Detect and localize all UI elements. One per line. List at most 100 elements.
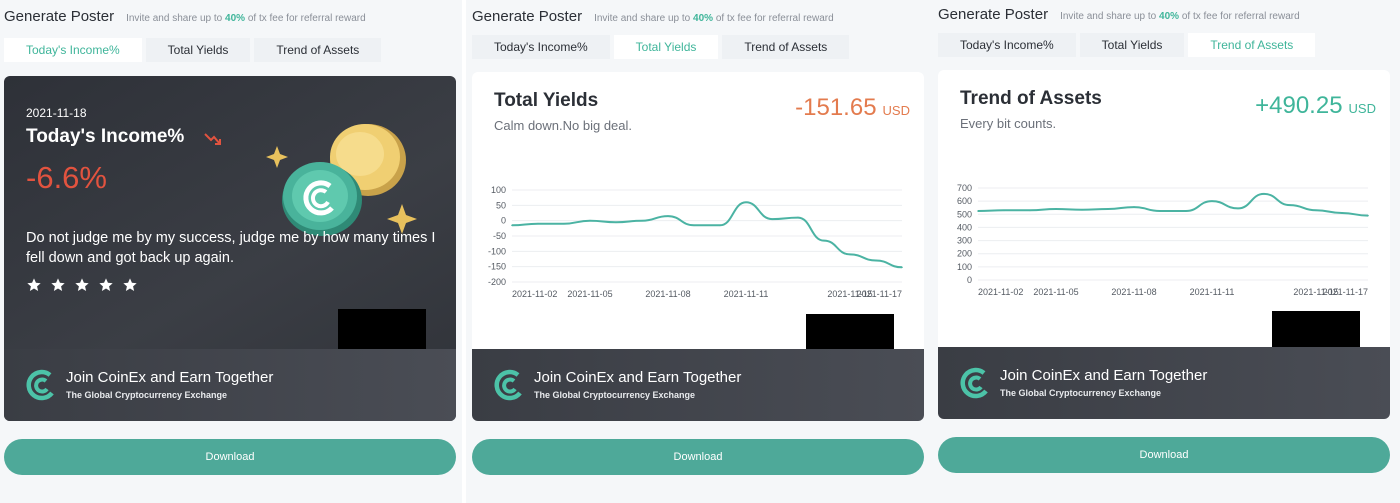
data-point xyxy=(849,253,851,256)
data-point xyxy=(537,222,539,225)
income-percent: -6.6% xyxy=(26,160,107,195)
x-tick-label: 2021-11-17 xyxy=(1323,287,1368,297)
x-tick-label: 2021-11-08 xyxy=(1111,287,1156,297)
tab-trend-of-assets[interactable]: Trend of Assets xyxy=(722,35,850,59)
y-tick-label: 700 xyxy=(957,183,972,193)
data-point xyxy=(563,222,565,225)
data-point xyxy=(771,218,773,220)
tab-trend-of-assets[interactable]: Trend of Assets xyxy=(1188,33,1316,57)
poster-title: Today's Income% xyxy=(26,126,185,147)
invite-text: Invite and share up to 40% of tx fee for… xyxy=(594,13,834,24)
y-tick-label: 400 xyxy=(957,222,972,232)
card-subtitle: Calm down.No big deal. xyxy=(494,118,633,133)
tab-total-yields[interactable]: Total Yields xyxy=(145,38,251,62)
poster-card: Total Yields Calm down.No big deal. -151… xyxy=(472,72,924,421)
poster-tabs: Today's Income% Total Yields Trend of As… xyxy=(4,38,382,62)
data-point xyxy=(1315,209,1317,212)
x-tick-label: 2021-11-02 xyxy=(512,289,557,299)
data-point xyxy=(719,224,721,227)
star-icon xyxy=(75,278,89,291)
data-point xyxy=(511,224,513,227)
tab-total-yields[interactable]: Total Yields xyxy=(1079,33,1185,57)
data-point xyxy=(1237,207,1239,210)
footer-tagline: The Global Cryptocurrency Exchange xyxy=(534,390,696,400)
panel-header: Generate Poster Invite and share up to 4… xyxy=(472,8,834,25)
invite-text: Invite and share up to 40% of tx fee for… xyxy=(1060,11,1300,22)
data-point xyxy=(875,259,877,262)
yield-amount: -151.65 USD xyxy=(795,94,910,121)
card-title: Total Yields xyxy=(494,90,599,111)
y-tick-label: -50 xyxy=(493,231,506,241)
data-point xyxy=(1003,209,1005,212)
y-tick-label: 600 xyxy=(957,196,972,206)
tab-todays-income[interactable]: Today's Income% xyxy=(472,35,610,59)
invite-text: Invite and share up to 40% of tx fee for… xyxy=(126,13,366,24)
y-tick-label: -200 xyxy=(488,277,506,287)
data-point xyxy=(615,221,617,223)
y-tick-label: 100 xyxy=(957,262,972,272)
poster-panel-income: Generate Poster Invite and share up to 4… xyxy=(0,0,462,503)
panel-title: Generate Poster xyxy=(938,6,1049,23)
footer-headline: Join CoinEx and Earn Together xyxy=(66,369,274,386)
data-point xyxy=(1107,208,1109,210)
download-button[interactable]: Download xyxy=(4,439,456,475)
x-tick-label: 2021-11-11 xyxy=(1190,287,1235,297)
tab-todays-income[interactable]: Today's Income% xyxy=(4,38,142,62)
poster-footer: Join CoinEx and Earn Together The Global… xyxy=(938,347,1390,419)
trend-down-icon xyxy=(204,133,221,145)
poster-date: 2021-11-18 xyxy=(26,106,87,120)
star-icon xyxy=(51,278,65,291)
y-tick-label: 100 xyxy=(491,185,506,195)
download-button[interactable]: Download xyxy=(472,439,924,475)
data-point xyxy=(693,224,695,227)
data-point xyxy=(667,215,669,217)
data-point xyxy=(1029,209,1031,212)
panel-header: Generate Poster Invite and share up to 4… xyxy=(4,8,366,25)
data-point xyxy=(1211,200,1213,202)
assets-amount: +490.25 USD xyxy=(1255,92,1376,119)
panel-title: Generate Poster xyxy=(472,8,583,25)
coins-illustration xyxy=(266,124,417,236)
download-button[interactable]: Download xyxy=(938,437,1390,473)
y-tick-label: 200 xyxy=(957,249,972,259)
poster-tabs: Today's Income% Total Yields Trend of As… xyxy=(472,35,850,59)
data-point xyxy=(1341,212,1343,214)
data-point xyxy=(1367,214,1369,217)
x-tick-label: 2021-11-05 xyxy=(567,289,612,299)
data-point xyxy=(977,210,979,212)
data-point xyxy=(1055,208,1057,210)
coinex-logo-icon xyxy=(960,367,988,399)
yields-chart: 100 50 0 -50 -100 -150 -200 2021-11-02 2021-11-0… xyxy=(488,185,903,299)
data-point xyxy=(1263,193,1265,195)
x-tick-label: 2021-11-17 xyxy=(857,289,902,299)
series-line xyxy=(511,201,903,269)
poster-card: 2021-11-18 Today's Income% -6.6% Do not … xyxy=(4,76,456,421)
footer-tagline: The Global Cryptocurrency Exchange xyxy=(66,390,228,400)
star-icon xyxy=(27,278,41,291)
data-point xyxy=(1159,210,1161,212)
y-tick-label: -150 xyxy=(488,262,506,272)
poster-footer: Join CoinEx and Earn Together The Global… xyxy=(4,349,456,421)
data-point xyxy=(589,219,591,222)
tab-total-yields[interactable]: Total Yields xyxy=(613,35,719,59)
card-title: Trend of Assets xyxy=(960,88,1102,109)
star-icon xyxy=(123,278,137,291)
data-point xyxy=(1133,206,1135,208)
coinex-logo-icon xyxy=(494,369,522,401)
tab-trend-of-assets[interactable]: Trend of Assets xyxy=(254,38,382,62)
footer-headline: Join CoinEx and Earn Together xyxy=(534,369,742,386)
poster-quote: Do not judge me by my success, judge me … xyxy=(26,230,436,266)
data-point xyxy=(823,239,825,242)
y-tick-label: 0 xyxy=(967,275,972,285)
rating-stars xyxy=(26,277,138,293)
card-subtitle: Every bit counts. xyxy=(960,116,1057,131)
data-point xyxy=(1185,210,1187,212)
y-tick-label: 0 xyxy=(501,216,506,226)
footer-headline: Join CoinEx and Earn Together xyxy=(1000,367,1208,384)
poster-panel-yields: Generate Poster Invite and share up to 4… xyxy=(466,0,932,503)
star-icon xyxy=(99,278,113,291)
panel-title: Generate Poster xyxy=(4,8,115,25)
tab-todays-income[interactable]: Today's Income% xyxy=(938,33,1076,57)
data-point xyxy=(901,266,903,269)
data-point xyxy=(641,219,643,222)
